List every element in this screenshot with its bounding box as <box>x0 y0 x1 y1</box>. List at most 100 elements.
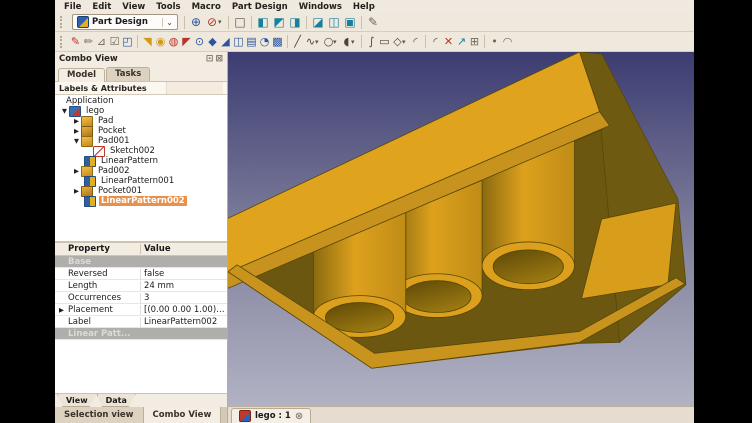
tab-view[interactable]: View <box>57 394 97 407</box>
property-column-header: Property <box>55 244 140 254</box>
expander-closed-icon[interactable]: ▶ <box>72 117 81 125</box>
tree-item-sketch002[interactable]: Sketch002 <box>55 146 227 156</box>
tree-item-lego[interactable]: ▼ lego <box>55 106 227 116</box>
placement-expander-icon[interactable]: ▶ <box>59 306 66 314</box>
tab-tasks[interactable]: Tasks <box>106 67 150 81</box>
draft-tool-icon[interactable]: ◢ <box>219 34 232 50</box>
fillet-tool-icon[interactable]: ◜ <box>409 34 422 50</box>
mirrored-tool-icon[interactable]: ◫ <box>232 34 245 50</box>
tab-data[interactable]: Data <box>97 394 136 407</box>
menu-file[interactable]: File <box>59 2 86 12</box>
tube3-hole <box>493 250 563 284</box>
pad-tool-icon[interactable]: ◥ <box>141 34 154 50</box>
carbon-copy-icon[interactable]: ⊞ <box>468 34 481 50</box>
toolbar-separator <box>287 35 288 48</box>
property-row-length[interactable]: Length 24 mm <box>55 280 227 292</box>
line-tool-icon[interactable]: ╱ <box>291 34 304 50</box>
tree-item-pocket001[interactable]: ▶ Pocket001 <box>55 186 227 196</box>
corner-tool-icon[interactable]: ◜ <box>429 34 442 50</box>
dock-tab-selection-view[interactable]: Selection view <box>55 407 144 423</box>
view-left-icon[interactable]: ▣ <box>342 14 358 30</box>
panel-close-icon[interactable]: ⊠ <box>215 54 223 64</box>
draw-style-caret-icon[interactable]: ▾ <box>218 18 225 26</box>
mdi-tab-lego[interactable]: lego : 1 ⊗ <box>231 408 311 423</box>
pocket-icon <box>81 186 93 197</box>
view-top-icon[interactable]: ◩ <box>271 14 287 30</box>
polygon-caret-icon[interactable]: ▾ <box>402 38 409 46</box>
point-tool-icon[interactable]: • <box>488 34 501 50</box>
toolbar-separator <box>251 16 252 29</box>
expander-open-icon[interactable]: ▼ <box>72 137 81 145</box>
view-rear-icon[interactable]: ◪ <box>310 14 326 30</box>
linear-pattern-tool-icon[interactable]: ▤ <box>245 34 258 50</box>
tree-item-pocket[interactable]: ▶ Pocket <box>55 126 227 136</box>
panel-float-icon[interactable]: ⊡ <box>206 54 214 64</box>
bspline-tool-icon[interactable]: ∫ <box>365 34 378 50</box>
groove-tool-icon[interactable]: ◍ <box>167 34 180 50</box>
menu-view[interactable]: View <box>117 2 150 12</box>
trim-tool-icon[interactable]: ✕ <box>442 34 455 50</box>
workbench-selector[interactable]: Part Design ⌄ <box>72 14 178 30</box>
menu-help[interactable]: Help <box>348 2 380 12</box>
tree-column-header: Labels & Attributes <box>59 84 147 93</box>
view-bottom-icon[interactable]: ◫ <box>326 14 342 30</box>
polar-pattern-tool-icon[interactable]: ◔ <box>258 34 271 50</box>
menu-part-design[interactable]: Part Design <box>227 2 293 12</box>
mdi-tab-close-icon[interactable]: ⊗ <box>295 411 303 422</box>
pocket-tool-icon[interactable]: ◤ <box>180 34 193 50</box>
external-geometry-icon[interactable]: ↗ <box>455 34 468 50</box>
menu-tools[interactable]: Tools <box>151 2 185 12</box>
map-sketch-icon[interactable]: ⊿ <box>95 34 108 50</box>
conic-caret-icon[interactable]: ▾ <box>351 38 358 46</box>
property-group-linear-pattern[interactable]: Linear Patt... <box>55 328 227 340</box>
expander-closed-icon[interactable]: ▶ <box>72 167 81 175</box>
expander-closed-icon[interactable]: ▶ <box>72 127 81 135</box>
tree-item-application[interactable]: Application <box>55 96 227 106</box>
create-sketch-icon[interactable]: ✎ <box>69 34 82 50</box>
document-icon <box>69 106 81 117</box>
property-row-label[interactable]: Label LinearPattern002 <box>55 316 227 328</box>
hole-tool-icon[interactable]: ⊙ <box>193 34 206 50</box>
pocket-blind-tool-icon[interactable]: ◆ <box>206 34 219 50</box>
property-row-reversed[interactable]: Reversed false <box>55 268 227 280</box>
workbench-caret-icon: ⌄ <box>162 18 173 27</box>
edit-sketch-icon[interactable]: ✏ <box>82 34 95 50</box>
mdi-tab-bar: lego : 1 ⊗ <box>228 406 694 423</box>
property-row-occurrences[interactable]: Occurrences 3 <box>55 292 227 304</box>
toolbar-handle[interactable] <box>60 36 66 48</box>
tree-item-pad002[interactable]: ▶ Pad002 <box>55 166 227 176</box>
3d-canvas[interactable] <box>228 52 694 406</box>
rectangle-tool-icon[interactable]: ▭ <box>378 34 391 50</box>
expander-closed-icon[interactable]: ▶ <box>72 187 81 195</box>
measure-icon[interactable]: ✎ <box>365 14 381 30</box>
revolution-tool-icon[interactable]: ◉ <box>154 34 167 50</box>
view-front-icon[interactable]: ◧ <box>255 14 271 30</box>
view-axonometric-icon[interactable]: □ <box>232 14 248 30</box>
toolbar-separator <box>184 16 185 29</box>
property-editor-empty-area <box>55 340 227 393</box>
view-right-icon[interactable]: ◨ <box>287 14 303 30</box>
menu-macro[interactable]: Macro <box>187 2 226 12</box>
create-body-icon[interactable]: ◰ <box>121 34 134 50</box>
tree-item-linearpattern002[interactable]: LinearPattern002 <box>55 196 227 206</box>
3d-viewport[interactable] <box>228 52 694 406</box>
polyline-caret-icon[interactable]: ▾ <box>315 38 322 46</box>
menu-windows[interactable]: Windows <box>294 2 347 12</box>
toolbar-handle[interactable] <box>60 16 66 28</box>
circle-caret-icon[interactable]: ▾ <box>333 38 340 46</box>
tab-model[interactable]: Model <box>58 68 105 82</box>
arc-tool-icon[interactable]: ◠ <box>501 34 514 50</box>
fit-all-icon[interactable]: ⊕ <box>188 14 204 30</box>
expander-open-icon[interactable]: ▼ <box>60 107 69 115</box>
tree-item-linearpattern[interactable]: LinearPattern <box>55 156 227 166</box>
property-group-base[interactable]: Base <box>55 256 227 268</box>
validate-sketch-icon[interactable]: ☑ <box>108 34 121 50</box>
combo-view-panel: Combo View ⊡ ⊠ Model Tasks Labels & Attr… <box>55 52 228 423</box>
dock-tab-combo-view[interactable]: Combo View <box>144 407 222 423</box>
tree-item-pad[interactable]: ▶ Pad <box>55 116 227 126</box>
tree-item-pad001[interactable]: ▼ Pad001 <box>55 136 227 146</box>
property-row-placement[interactable]: ▶Placement [(0.00 0.00 1.00); 0 °; (0 mm… <box>55 304 227 316</box>
multitransform-tool-icon[interactable]: ▩ <box>271 34 284 50</box>
tree-item-linearpattern001[interactable]: LinearPattern001 <box>55 176 227 186</box>
menu-edit[interactable]: Edit <box>87 2 116 12</box>
